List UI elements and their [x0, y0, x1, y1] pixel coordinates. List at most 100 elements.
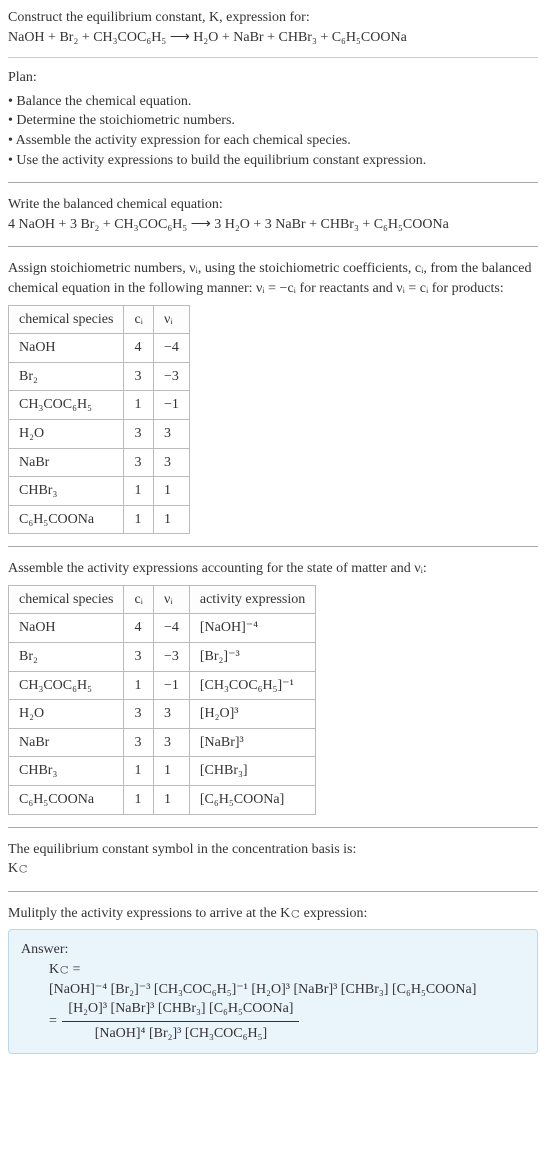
answer-kc-line: K𝚌 =	[49, 960, 525, 980]
cell: −3	[153, 643, 189, 672]
table-row: NaBr33	[9, 448, 190, 477]
cell: 1	[124, 505, 154, 534]
plan-item: Balance the chemical equation.	[8, 92, 538, 112]
table-header-row: chemical species cᵢ νᵢ	[9, 305, 190, 334]
cell: [H₂O]³	[189, 700, 315, 729]
cell: 3	[124, 700, 154, 729]
cell: [CH₃COC₆H₅]⁻¹	[189, 671, 315, 700]
divider	[8, 891, 538, 892]
cell: 1	[153, 786, 189, 815]
cell: CH₃COC₆H₅	[9, 391, 124, 420]
cell: [NaBr]³	[189, 728, 315, 757]
activity-table: chemical species cᵢ νᵢ activity expressi…	[8, 585, 316, 815]
intro-equation: NaOH + Br₂ + CH₃COC₆H₅ ⟶ H₂O + NaBr + CH…	[8, 28, 538, 48]
cell: −4	[153, 614, 189, 643]
answer-heading: Answer:	[21, 940, 525, 960]
cell: 3	[153, 448, 189, 477]
table-row: CHBr₃11	[9, 477, 190, 506]
table-row: CHBr₃11[CHBr₃]	[9, 757, 316, 786]
cell: H₂O	[9, 700, 124, 729]
plan-item: Use the activity expressions to build th…	[8, 151, 538, 171]
table-row: NaOH4−4[NaOH]⁻⁴	[9, 614, 316, 643]
table-row: C₆H₅COONa11	[9, 505, 190, 534]
cell: 3	[153, 728, 189, 757]
cell: 1	[153, 505, 189, 534]
table-row: CH₃COC₆H₅1−1	[9, 391, 190, 420]
balanced-block: Write the balanced chemical equation: 4 …	[8, 195, 538, 234]
plan-heading: Plan:	[8, 68, 538, 88]
cell: 1	[124, 391, 154, 420]
divider	[8, 827, 538, 828]
cell: 3	[124, 448, 154, 477]
cell: CHBr₃	[9, 757, 124, 786]
assign-text: Assign stoichiometric numbers, νᵢ, using…	[8, 259, 538, 298]
fraction-numerator: [H₂O]³ [NaBr]³ [CHBr₃] [C₆H₅COONa]	[62, 999, 299, 1022]
table-row: CH₃COC₆H₅1−1[CH₃COC₆H₅]⁻¹	[9, 671, 316, 700]
cell: C₆H₅COONa	[9, 786, 124, 815]
table-row: H₂O33[H₂O]³	[9, 700, 316, 729]
balanced-heading: Write the balanced chemical equation:	[8, 195, 538, 215]
eqsymbol-text: The equilibrium constant symbol in the c…	[8, 840, 538, 860]
divider	[8, 182, 538, 183]
divider	[8, 57, 538, 58]
cell: Br₂	[9, 362, 124, 391]
answer-box: Answer: K𝚌 = [NaOH]⁻⁴ [Br₂]⁻³ [CH₃COC₆H₅…	[8, 929, 538, 1054]
cell: C₆H₅COONa	[9, 505, 124, 534]
col-header: cᵢ	[124, 585, 154, 614]
table-row: NaOH4−4	[9, 334, 190, 363]
cell: [C₆H₅COONa]	[189, 786, 315, 815]
stoich-table: chemical species cᵢ νᵢ NaOH4−4 Br₂3−3 CH…	[8, 305, 190, 535]
col-header: νᵢ	[153, 585, 189, 614]
cell: NaOH	[9, 334, 124, 363]
fraction-denominator: [NaOH]⁴ [Br₂]³ [CH₃COC₆H₅]	[62, 1022, 299, 1044]
plan-item: Assemble the activity expression for eac…	[8, 131, 538, 151]
cell: Br₂	[9, 643, 124, 672]
cell: 1	[153, 757, 189, 786]
cell: 4	[124, 614, 154, 643]
divider	[8, 546, 538, 547]
cell: [CHBr₃]	[189, 757, 315, 786]
table-row: H₂O33	[9, 419, 190, 448]
table-row: C₆H₅COONa11[C₆H₅COONa]	[9, 786, 316, 815]
cell: −3	[153, 362, 189, 391]
cell: 1	[124, 786, 154, 815]
eqsymbol-kc: K𝚌	[8, 859, 538, 879]
cell: NaOH	[9, 614, 124, 643]
table-header-row: chemical species cᵢ νᵢ activity expressi…	[9, 585, 316, 614]
eqsymbol-block: The equilibrium constant symbol in the c…	[8, 840, 538, 879]
cell: 3	[153, 419, 189, 448]
cell: NaBr	[9, 448, 124, 477]
col-header: νᵢ	[153, 305, 189, 334]
cell: 1	[153, 477, 189, 506]
intro-block: Construct the equilibrium constant, K, e…	[8, 8, 538, 47]
cell: −4	[153, 334, 189, 363]
answer-fraction-line: = [H₂O]³ [NaBr]³ [CHBr₃] [C₆H₅COONa] [Na…	[49, 999, 525, 1043]
cell: 1	[124, 671, 154, 700]
cell: [NaOH]⁻⁴	[189, 614, 315, 643]
assign-block: Assign stoichiometric numbers, νᵢ, using…	[8, 259, 538, 534]
cell: 3	[124, 728, 154, 757]
cell: 3	[124, 362, 154, 391]
cell: NaBr	[9, 728, 124, 757]
plan-item: Determine the stoichiometric numbers.	[8, 111, 538, 131]
intro-line: Construct the equilibrium constant, K, e…	[8, 8, 538, 28]
cell: 3	[124, 419, 154, 448]
table-row: NaBr33[NaBr]³	[9, 728, 316, 757]
col-header: cᵢ	[124, 305, 154, 334]
divider	[8, 246, 538, 247]
assemble-text: Assemble the activity expressions accoun…	[8, 559, 538, 579]
col-header: activity expression	[189, 585, 315, 614]
cell: −1	[153, 391, 189, 420]
answer-fraction: [H₂O]³ [NaBr]³ [CHBr₃] [C₆H₅COONa] [NaOH…	[62, 999, 299, 1043]
table-row: Br₂3−3[Br₂]⁻³	[9, 643, 316, 672]
plan-block: Plan: Balance the chemical equation. Det…	[8, 68, 538, 170]
assemble-block: Assemble the activity expressions accoun…	[8, 559, 538, 814]
col-header: chemical species	[9, 585, 124, 614]
cell: 3	[153, 700, 189, 729]
multiply-text: Mulitply the activity expressions to arr…	[8, 904, 538, 924]
cell: 4	[124, 334, 154, 363]
cell: 1	[124, 477, 154, 506]
answer-expanded: [NaOH]⁻⁴ [Br₂]⁻³ [CH₃COC₆H₅]⁻¹ [H₂O]³ [N…	[49, 980, 525, 1000]
cell: [Br₂]⁻³	[189, 643, 315, 672]
cell: CH₃COC₆H₅	[9, 671, 124, 700]
